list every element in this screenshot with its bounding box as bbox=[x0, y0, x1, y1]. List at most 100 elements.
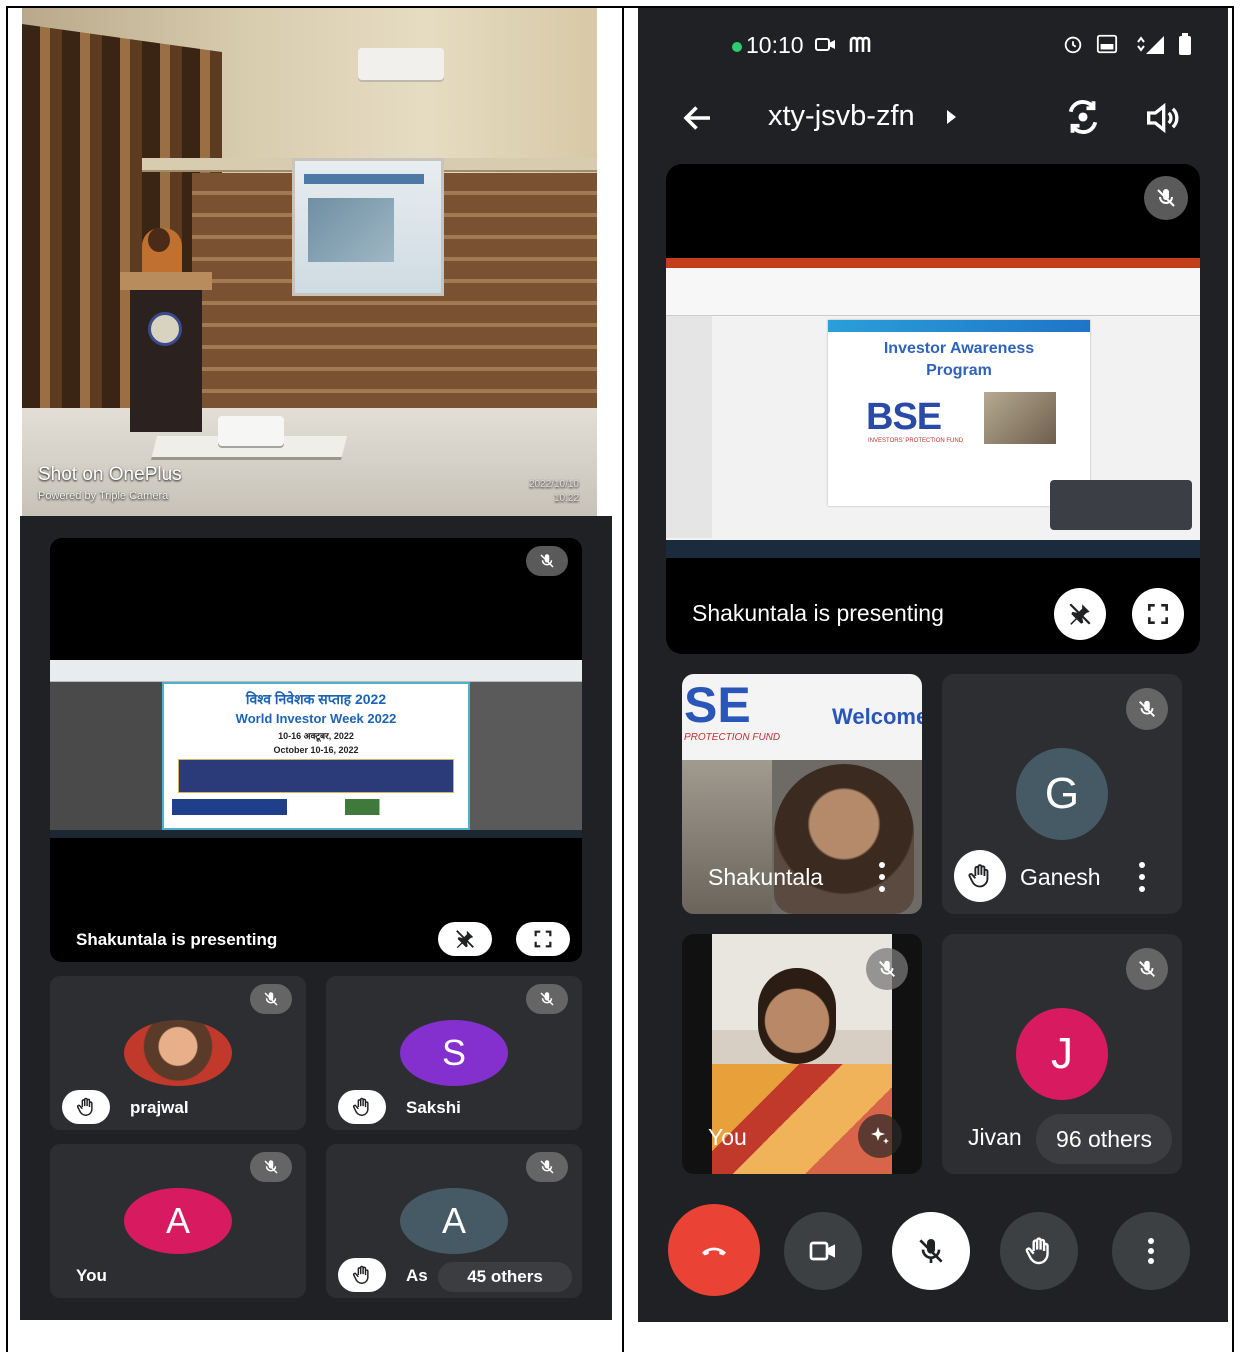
slide-title-line2: Program bbox=[926, 362, 992, 379]
slide-text-box bbox=[178, 759, 454, 793]
participant-tile-you[interactable]: A You bbox=[50, 1144, 306, 1298]
stage-mic-off-icon bbox=[526, 546, 568, 576]
effects-sparkle-icon[interactable] bbox=[858, 1114, 902, 1158]
caret-right-icon[interactable] bbox=[944, 108, 958, 126]
slide-title-english: World Investor Week 2022 bbox=[235, 711, 397, 726]
mic-toggle-button[interactable] bbox=[892, 1212, 970, 1290]
participant-tile-prajwal[interactable]: prajwal bbox=[50, 976, 306, 1130]
slide-thumbnails bbox=[666, 316, 712, 538]
table-border-middle bbox=[622, 6, 624, 1352]
presentation-stage[interactable]: विश्व निवेशक सप्ताह 2022 World Investor … bbox=[50, 538, 582, 962]
end-call-button[interactable] bbox=[668, 1204, 760, 1296]
fullscreen-button[interactable] bbox=[1132, 588, 1184, 640]
slide-footer-logos bbox=[172, 799, 460, 815]
more-options-icon[interactable] bbox=[878, 862, 886, 892]
speaker-head bbox=[148, 228, 170, 252]
alarm-icon bbox=[1064, 36, 1082, 54]
participant-name: prajwal bbox=[130, 1098, 189, 1117]
recording-dot bbox=[732, 42, 742, 52]
more-options-button[interactable] bbox=[1112, 1212, 1190, 1290]
volte-icon bbox=[1096, 34, 1118, 54]
banner-welcome: Welcome bbox=[832, 704, 922, 729]
unpin-button[interactable] bbox=[438, 922, 492, 956]
podium-emblem bbox=[148, 312, 182, 346]
participant-name: Shakuntala bbox=[708, 864, 824, 890]
table-border-right bbox=[1232, 6, 1234, 1352]
windows-taskbar bbox=[50, 830, 582, 838]
presentation-stage[interactable]: Investor Awareness Program BSE INVESTORS… bbox=[666, 164, 1200, 654]
banner-sub-text: PROTECTION FUND bbox=[684, 732, 781, 743]
status-time: 10:10 bbox=[746, 32, 804, 58]
signal-4g-icon bbox=[1137, 36, 1164, 54]
slide-date-hindi: 10-16 अक्टूबर, 2022 bbox=[278, 731, 354, 741]
participant-tile-ganesh[interactable]: G Ganesh bbox=[942, 674, 1182, 914]
meeting-top-bar: xty-jsvb-zfn bbox=[638, 86, 1228, 162]
avatar-initial: S bbox=[400, 1020, 508, 1086]
meeting-code[interactable]: xty-jsvb-zfn bbox=[768, 100, 915, 133]
unpin-icon bbox=[456, 930, 474, 949]
slide-title-line1: Investor Awareness bbox=[883, 340, 1035, 357]
unpin-button[interactable] bbox=[1054, 588, 1106, 640]
avatar-photo bbox=[124, 1020, 232, 1086]
photo-timestamp: 2022/10/10 10:22 bbox=[529, 478, 579, 506]
shared-screen: विश्व निवेशक सप्ताह 2022 World Investor … bbox=[50, 660, 582, 838]
photo-date: 2022/10/10 bbox=[528, 479, 579, 490]
fullscreen-icon bbox=[1148, 604, 1168, 624]
participant-tile-you[interactable]: You bbox=[682, 934, 922, 1174]
others-count[interactable]: 96 others bbox=[1036, 1114, 1172, 1164]
raised-hand-icon bbox=[338, 1090, 386, 1124]
participant-tile-sakshi[interactable]: S Sakshi bbox=[326, 976, 582, 1130]
speaker-icon[interactable] bbox=[1142, 98, 1182, 138]
projector bbox=[218, 416, 284, 446]
mic-off-icon bbox=[250, 1152, 292, 1182]
avatar-initial: A bbox=[400, 1188, 508, 1254]
camera-watermark: Shot on OnePlus bbox=[38, 464, 182, 485]
participant-tile-jivan[interactable]: J Jivan 96 others bbox=[942, 934, 1182, 1174]
fullscreen-icon bbox=[534, 930, 552, 948]
mic-off-icon bbox=[919, 1239, 943, 1263]
shared-screen: Investor Awareness Program BSE INVESTORS… bbox=[666, 258, 1200, 558]
others-count[interactable]: 45 others bbox=[438, 1262, 572, 1292]
more-options-icon[interactable] bbox=[1138, 862, 1146, 892]
switch-camera-icon[interactable] bbox=[1062, 96, 1104, 138]
unpin-icon bbox=[1069, 603, 1091, 625]
air-conditioner bbox=[358, 48, 444, 80]
more-vertical-icon bbox=[1147, 1238, 1155, 1264]
raised-hand-icon bbox=[62, 1090, 110, 1124]
participant-name: Jivan bbox=[968, 1124, 1022, 1150]
slide-top-bar bbox=[828, 320, 1090, 332]
participant-name: Sakshi bbox=[406, 1098, 461, 1117]
slide-title-hindi: विश्व निवेशक सप्ताह 2022 bbox=[245, 691, 387, 707]
mic-off-icon bbox=[526, 1152, 568, 1182]
raise-hand-button[interactable] bbox=[1000, 1212, 1078, 1290]
participant-tile-others[interactable]: A As 45 others bbox=[326, 1144, 582, 1298]
participant-tile-shakuntala[interactable]: SE PROTECTION FUND Welcome Shakuntala bbox=[682, 674, 922, 914]
raised-hand-icon bbox=[338, 1258, 386, 1292]
left-meet-screenshot: विश्व निवेशक सप्ताह 2022 World Investor … bbox=[20, 516, 612, 1320]
slide-image bbox=[984, 392, 1056, 444]
camera-toggle-button[interactable] bbox=[784, 1212, 862, 1290]
windows-taskbar bbox=[666, 540, 1200, 558]
bse-logo: BSE bbox=[866, 396, 942, 438]
podium bbox=[130, 282, 202, 432]
raised-hand-icon bbox=[954, 850, 1006, 902]
screenshot-collage: Shot on OnePlus Powered by Triple Camera… bbox=[0, 0, 1240, 1352]
status-icons-right bbox=[1062, 32, 1192, 56]
back-arrow-icon[interactable] bbox=[680, 100, 716, 136]
slide-date-english: October 10-16, 2022 bbox=[273, 745, 359, 755]
self-video-face bbox=[758, 968, 836, 1064]
phone-meet-screenshot: 10:10 xty-jsvb-zfn Investor Awareness Pr… bbox=[638, 8, 1228, 1322]
app-title-bar bbox=[666, 258, 1200, 268]
participant-name: As bbox=[406, 1266, 428, 1285]
presenting-toast bbox=[1050, 480, 1192, 530]
podium-top bbox=[120, 272, 212, 290]
projected-slide-image bbox=[308, 198, 394, 262]
presenting-label: Shakuntala is presenting bbox=[692, 600, 944, 626]
participant-name: Ganesh bbox=[1020, 864, 1101, 890]
camera-icon bbox=[809, 1241, 835, 1261]
mic-off-icon bbox=[526, 984, 568, 1014]
camera-watermark-sub: Powered by Triple Camera bbox=[38, 490, 169, 502]
fullscreen-button[interactable] bbox=[516, 922, 570, 956]
avatar-initial: G bbox=[1016, 748, 1108, 840]
participant-video bbox=[774, 764, 914, 914]
